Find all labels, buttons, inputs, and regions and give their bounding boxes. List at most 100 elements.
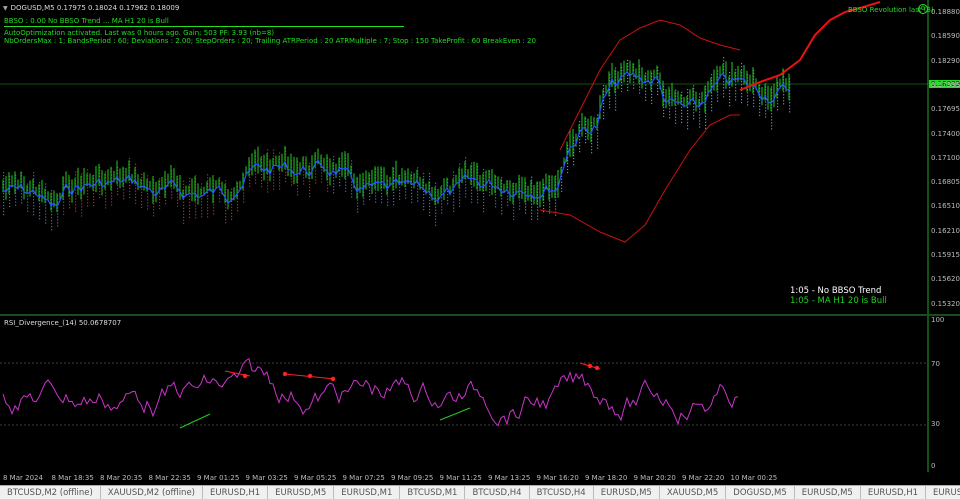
- cloud-dot: [375, 198, 377, 200]
- cloud-dot: [423, 209, 425, 211]
- gear-icon[interactable]: ⚙: [918, 4, 928, 14]
- cloud-dot: [453, 171, 455, 173]
- cloud-dot: [435, 218, 437, 220]
- cloud-dot: [237, 210, 239, 212]
- cloud-dot: [537, 218, 539, 220]
- cloud-dot: [327, 184, 329, 186]
- cloud-dot: [333, 186, 335, 188]
- cloud-dot: [159, 199, 161, 201]
- price-chart[interactable]: ▼ DOGUSD,M5 0.17975 0.18024 0.17962 0.18…: [0, 0, 960, 315]
- chart-tab[interactable]: EURUSD,M5: [926, 486, 960, 499]
- chart-tab[interactable]: EURUSD,M5: [594, 486, 660, 499]
- cloud-dot: [279, 170, 281, 172]
- cloud-dot: [387, 204, 389, 206]
- chart-tab[interactable]: XAUUSD,M2 (offline): [101, 486, 203, 499]
- cloud-dot: [615, 106, 617, 108]
- chart-tab[interactable]: EURUSD,H1: [203, 486, 269, 499]
- cloud-dot: [453, 198, 455, 200]
- cloud-dot: [129, 184, 131, 187]
- cloud-dot: [261, 182, 263, 185]
- chevron-down-icon[interactable]: ▼: [3, 5, 8, 12]
- cloud-dot: [495, 203, 497, 205]
- cloud-dot: [57, 222, 59, 224]
- cloud-dot: [369, 195, 371, 198]
- cloud-dot: [609, 101, 611, 103]
- cloud-dot: [129, 190, 131, 193]
- cloud-dot: [735, 81, 737, 83]
- chart-tab[interactable]: BTCUSD,H4: [530, 486, 594, 499]
- cloud-dot: [489, 191, 491, 193]
- cloud-dot: [477, 190, 479, 192]
- cloud-dot: [159, 208, 161, 210]
- cloud-dot: [171, 194, 173, 196]
- cloud-dot: [195, 217, 197, 219]
- cloud-dot: [687, 110, 689, 112]
- chart-tab[interactable]: EURUSD,H1: [861, 486, 927, 499]
- price-axis-label: 0.16805: [931, 178, 960, 187]
- cloud-dot: [585, 142, 587, 144]
- cloud-dot: [675, 110, 677, 112]
- cloud-dot: [273, 188, 275, 190]
- price-axis-label: 0.15915: [931, 251, 960, 259]
- cloud-dot: [531, 176, 533, 178]
- chart-tab[interactable]: BTCUSD,M1: [400, 486, 466, 499]
- cloud-dot: [471, 162, 473, 164]
- price-axis-label: 0.17100: [931, 153, 960, 162]
- price-chart-canvas[interactable]: [0, 0, 930, 315]
- cloud-dot: [729, 92, 731, 95]
- rsi-pane[interactable]: RSI_Divergence_(14) 50.0678707 100 70 30…: [0, 316, 960, 472]
- cloud-dot: [225, 207, 227, 209]
- cloud-dot: [759, 99, 761, 101]
- cloud-dot: [63, 213, 65, 215]
- cloud-dot: [531, 218, 533, 220]
- cloud-dot: [387, 198, 389, 200]
- cloud-dot: [21, 196, 23, 198]
- chart-tab[interactable]: BTCUSD,M2 (offline): [0, 486, 101, 499]
- cloud-dot: [273, 176, 275, 178]
- cloud-dot: [279, 182, 281, 184]
- cloud-dot: [543, 201, 545, 204]
- cloud-dot: [471, 186, 473, 188]
- cloud-dot: [765, 107, 767, 109]
- cloud-dot: [597, 114, 599, 116]
- cloud-dot: [615, 109, 617, 111]
- chart-tab[interactable]: EURUSD,M5: [268, 486, 335, 499]
- cloud-dot: [771, 86, 773, 88]
- cloud-dot: [495, 194, 497, 196]
- cloud-dot: [603, 106, 605, 108]
- chart-tab[interactable]: XAUUSD,M5: [660, 486, 727, 499]
- cloud-dot: [765, 110, 767, 112]
- chart-tab[interactable]: EURUSD,M5: [795, 486, 861, 499]
- cloud-dot: [435, 206, 437, 208]
- cloud-dot: [627, 59, 629, 62]
- cloud-dot: [603, 85, 605, 87]
- rsi-canvas[interactable]: [0, 316, 930, 472]
- cloud-dot: [33, 172, 35, 174]
- cloud-dot: [741, 66, 743, 68]
- cloud-dot: [537, 209, 539, 211]
- cloud-dot: [243, 201, 245, 203]
- cloud-dot: [369, 186, 371, 189]
- cloud-dot: [393, 201, 395, 203]
- cloud-dot: [333, 192, 335, 194]
- chart-tab[interactable]: EURUSD,M1: [334, 486, 401, 499]
- chart-tab[interactable]: DOGUSD,M5: [726, 486, 795, 499]
- cloud-dot: [465, 193, 467, 195]
- cloud-dot: [231, 215, 233, 217]
- chart-tab[interactable]: BTCUSD,H4: [465, 486, 530, 499]
- cloud-dot: [291, 181, 293, 183]
- time-axis-label: 8 Mar 20:35: [100, 474, 143, 482]
- cloud-dot: [93, 201, 95, 204]
- cloud-dot: [765, 116, 767, 118]
- cloud-dot: [777, 106, 779, 108]
- cloud-dot: [729, 101, 731, 104]
- cloud-dot: [159, 178, 161, 180]
- cloud-dot: [75, 210, 77, 212]
- cloud-dot: [417, 200, 419, 202]
- cloud-dot: [57, 213, 59, 215]
- cloud-dot: [45, 210, 47, 212]
- candles: [2, 59, 790, 213]
- cloud-dot: [669, 105, 671, 107]
- cloud-dot: [573, 157, 575, 160]
- cloud-dot: [303, 180, 305, 182]
